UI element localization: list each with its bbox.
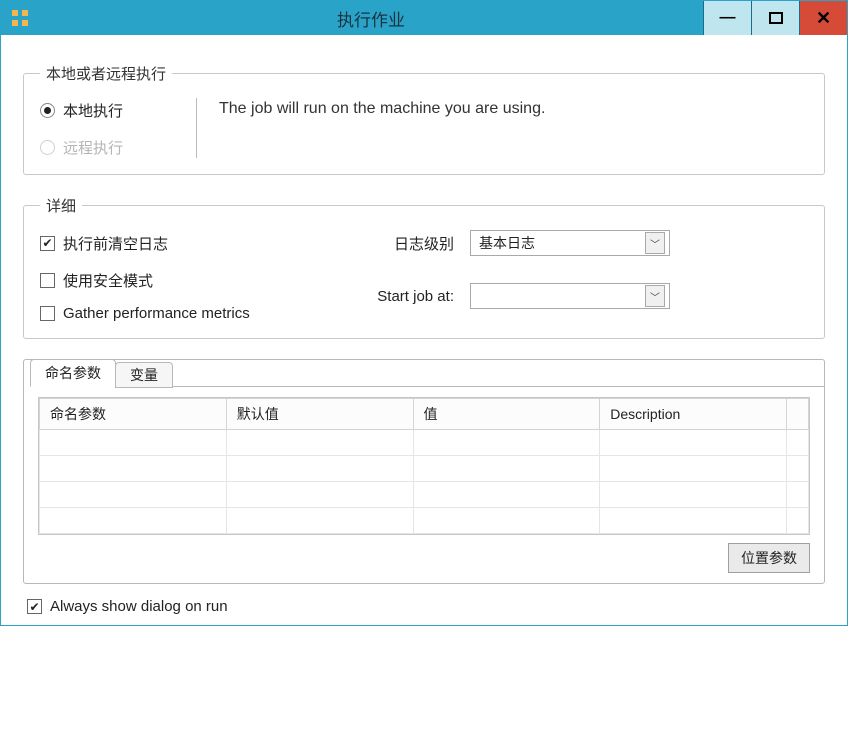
checkbox-clear-log-label: 执行前清空日志 <box>63 233 168 254</box>
col-default[interactable]: 默认值 <box>226 399 413 430</box>
detail-legend: 详细 <box>40 195 82 216</box>
table-row[interactable] <box>40 430 809 456</box>
tab-named-params[interactable]: 命名参数 <box>30 359 116 387</box>
detail-group: 详细 执行前清空日志 日志级别 基本日志 ﹀ 使用安全模式 Start job … <box>23 195 825 339</box>
tabbar: 命名参数 变量 <box>24 359 824 387</box>
window-buttons: — ✕ <box>703 1 847 35</box>
checkbox-icon <box>40 273 55 288</box>
close-button[interactable]: ✕ <box>799 1 847 35</box>
log-level-select[interactable]: 基本日志 ﹀ <box>470 230 670 256</box>
log-level-label: 日志级别 <box>350 233 460 254</box>
dialog-content: 本地或者远程执行 本地执行 远程执行 The job will run on t… <box>1 35 847 625</box>
titlebar: 执行作业 — ✕ <box>1 1 847 35</box>
chevron-down-icon: ﹀ <box>645 285 665 307</box>
checkbox-perf-metrics[interactable]: Gather performance metrics <box>40 305 340 322</box>
minimize-button[interactable]: — <box>703 1 751 35</box>
checkbox-safe-mode-label: 使用安全模式 <box>63 270 153 291</box>
checkbox-always-show-label: Always show dialog on run <box>50 598 228 615</box>
radio-icon <box>40 103 55 118</box>
col-description[interactable]: Description <box>600 399 787 430</box>
col-spacer <box>787 399 809 430</box>
start-job-select[interactable]: ﹀ <box>470 283 670 309</box>
radio-local-exec[interactable]: 本地执行 <box>40 100 170 121</box>
app-icon <box>1 9 39 27</box>
window-title: 执行作业 <box>39 6 703 31</box>
checkbox-icon <box>40 306 55 321</box>
start-job-label: Start job at: <box>350 288 460 305</box>
col-name[interactable]: 命名参数 <box>40 399 227 430</box>
params-table-body <box>40 430 809 534</box>
params-table-pane: 命名参数 默认值 值 Description <box>38 397 810 535</box>
chevron-down-icon: ﹀ <box>645 232 665 254</box>
checkbox-clear-log[interactable]: 执行前清空日志 <box>40 233 340 254</box>
checkbox-perf-metrics-label: Gather performance metrics <box>63 305 250 322</box>
log-level-value: 基本日志 <box>479 233 645 253</box>
exec-location-group: 本地或者远程执行 本地执行 远程执行 The job will run on t… <box>23 63 825 175</box>
radio-remote-exec: 远程执行 <box>40 137 170 158</box>
positional-args-button[interactable]: 位置参数 <box>728 543 810 573</box>
checkbox-icon <box>27 599 42 614</box>
radio-icon <box>40 140 55 155</box>
table-row[interactable] <box>40 456 809 482</box>
checkbox-always-show[interactable]: Always show dialog on run <box>27 598 825 615</box>
checkbox-safe-mode[interactable]: 使用安全模式 <box>40 270 340 291</box>
table-row[interactable] <box>40 482 809 508</box>
radio-local-label: 本地执行 <box>63 100 123 121</box>
radio-remote-label: 远程执行 <box>63 137 123 158</box>
params-table: 命名参数 默认值 值 Description <box>39 398 809 534</box>
dialog-window: 执行作业 — ✕ 本地或者远程执行 本地执行 远程执行 <box>0 0 848 626</box>
table-row[interactable] <box>40 508 809 534</box>
exec-location-legend: 本地或者远程执行 <box>40 63 172 84</box>
exec-description: The job will run on the machine you are … <box>219 100 808 118</box>
maximize-button[interactable] <box>751 1 799 35</box>
params-panel: 命名参数 变量 命名参数 默认值 值 Description <box>23 359 825 584</box>
checkbox-icon <box>40 236 55 251</box>
tab-variables[interactable]: 变量 <box>115 362 173 388</box>
col-value[interactable]: 值 <box>413 399 600 430</box>
